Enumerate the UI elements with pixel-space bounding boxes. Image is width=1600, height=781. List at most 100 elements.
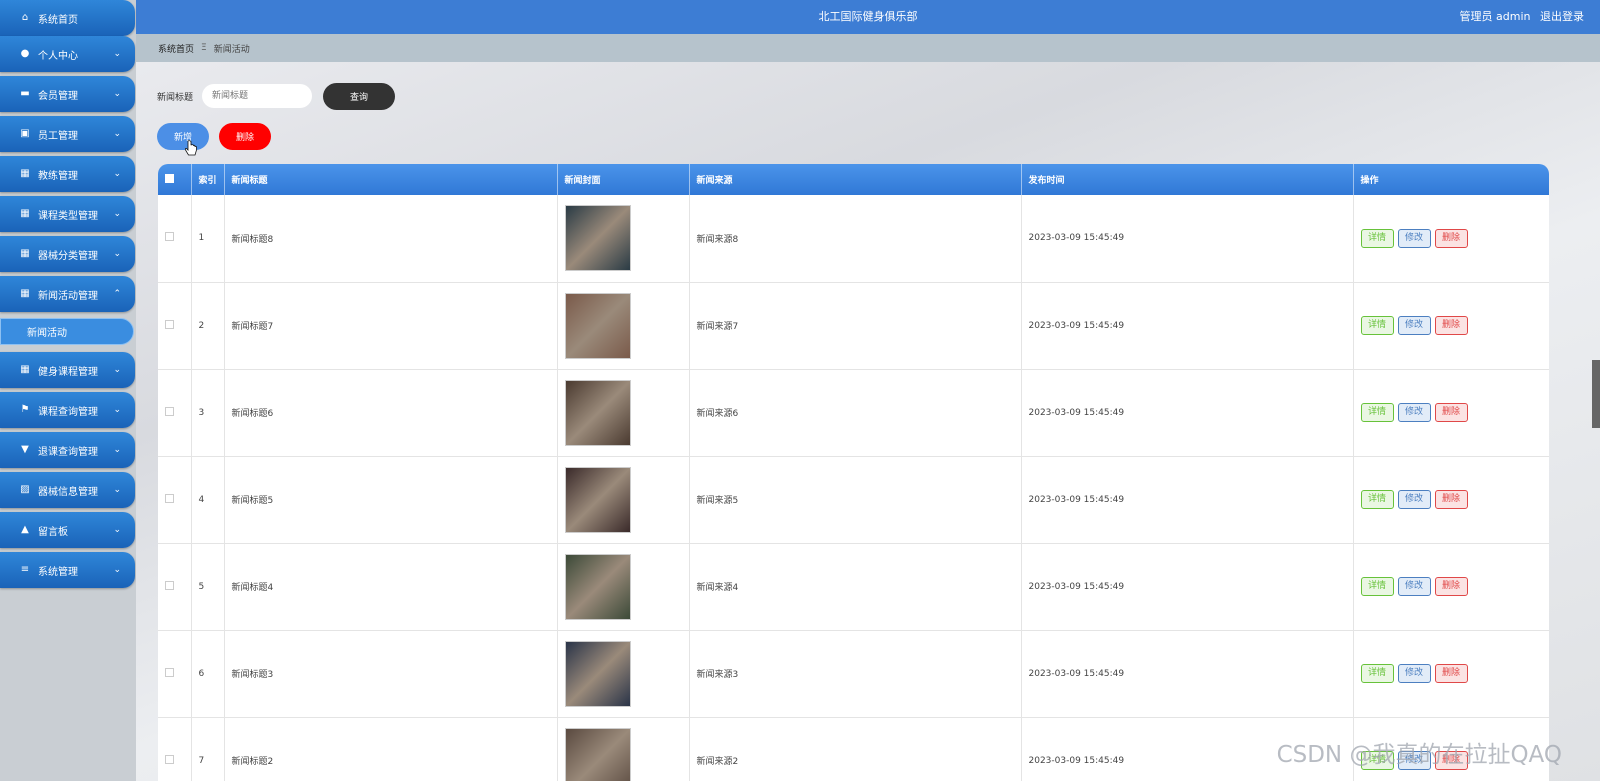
column-header: 新闻标题	[224, 164, 558, 195]
sidebar-item-label: 系统首页	[38, 14, 78, 26]
sidebar-item[interactable]: ⌂ 系统首页	[0, 0, 135, 36]
detail-button[interactable]: 详情	[1360, 316, 1394, 335]
row-select-cell[interactable]	[158, 543, 192, 631]
header-select-all[interactable]	[158, 164, 192, 195]
edit-button[interactable]: 修改	[1397, 228, 1431, 248]
sidebar-subitem-news[interactable]: 新闻活动	[0, 318, 134, 345]
row-select-cell[interactable]	[158, 630, 192, 718]
sidebar-item[interactable]: ▬ 会员管理 ⌄	[0, 76, 135, 112]
cell-index: 2	[191, 282, 225, 370]
news-cover-image	[564, 379, 631, 446]
row-select-cell[interactable]	[158, 369, 192, 457]
edit-button[interactable]: 修改	[1397, 490, 1431, 509]
news-table-wrapper: 索引 新闻标题 新闻封面 新闻来源 发布时间 操作 1 新闻标题8 新闻来源8 202…	[158, 164, 1549, 781]
sidebar-item[interactable]: ▦ 教练管理 ⌄	[0, 156, 135, 192]
delete-button[interactable]: 删除	[1434, 577, 1468, 596]
detail-button[interactable]: 详情	[1360, 577, 1394, 596]
row-checkbox[interactable]	[165, 319, 174, 329]
cell-source: 新闻来源4	[689, 543, 1022, 631]
batch-delete-button[interactable]: 删除	[219, 123, 271, 150]
news-cover-image	[564, 205, 631, 272]
main-content: 新闻标题 查询 新增 删除 索引 新闻标题 新闻封面 新闻来源 发布时间 操作	[136, 62, 1600, 781]
row-checkbox[interactable]	[165, 580, 174, 590]
search-label: 新闻标题	[157, 93, 194, 103]
grid-icon: ▦	[20, 364, 30, 375]
sidebar-item[interactable]: ▦ 器械分类管理 ⌄	[0, 236, 135, 272]
chevron-up-icon: ⌃	[113, 289, 121, 299]
page-scrollbar[interactable]	[1592, 360, 1600, 428]
sidebar-item-label: 器械信息管理	[38, 486, 98, 498]
delete-button[interactable]: 删除	[1434, 316, 1468, 335]
chevron-down-icon: ⌄	[113, 445, 121, 455]
sidebar-item[interactable]: ▼ 退课查询管理 ⌄	[0, 432, 135, 468]
table-icon: ▦	[20, 208, 30, 219]
detail-button[interactable]: 详情	[1360, 228, 1394, 248]
table-row: 6 新闻标题3 新闻来源3 2023-03-09 15:45:49 详情 修改 删除	[158, 630, 1549, 718]
sidebar-item-label: 员工管理	[38, 130, 78, 142]
sidebar-item[interactable]: ▦ 新闻活动管理 ⌃	[0, 276, 135, 312]
sidebar-item[interactable]: ▦ 课程类型管理 ⌄	[0, 196, 135, 232]
sidebar-item-label: 教练管理	[38, 170, 78, 182]
breadcrumb-home[interactable]: 系统首页	[158, 42, 194, 55]
sidebar-item[interactable]: ▲ 留言板 ⌄	[0, 512, 135, 548]
flag-icon: ⚑	[20, 404, 30, 415]
column-header: 新闻封面	[557, 164, 690, 195]
row-select-cell[interactable]	[158, 195, 192, 283]
logout-link[interactable]: 退出登录	[1540, 10, 1584, 23]
cell-operations: 详情 修改 删除	[1353, 369, 1549, 457]
detail-button[interactable]: 详情	[1360, 490, 1394, 509]
menu-icon: ≡	[20, 564, 30, 575]
edit-button[interactable]: 修改	[1397, 403, 1431, 422]
cell-source: 新闻来源6	[689, 369, 1022, 457]
sidebar-item[interactable]: ▦ 健身课程管理 ⌄	[0, 352, 135, 388]
sidebar-item[interactable]: ▣ 员工管理 ⌄	[0, 116, 135, 152]
clipboard-icon: ▣	[20, 128, 30, 139]
chevron-down-icon: ⌄	[113, 365, 121, 375]
detail-button[interactable]: 详情	[1360, 664, 1394, 683]
sidebar-item[interactable]: ≡ 系统管理 ⌄	[0, 552, 135, 588]
sidebar-item[interactable]: ● 个人中心 ⌄	[0, 36, 135, 72]
detail-button[interactable]: 详情	[1360, 403, 1394, 422]
cell-title: 新闻标题7	[224, 282, 558, 370]
cell-cover	[557, 456, 690, 544]
delete-button[interactable]: 删除	[1434, 228, 1468, 248]
row-select-cell[interactable]	[158, 717, 192, 781]
grid-icon: ▦	[20, 248, 30, 259]
cell-cover	[557, 543, 690, 631]
row-select-cell[interactable]	[158, 282, 192, 370]
edit-button[interactable]: 修改	[1397, 664, 1431, 683]
edit-button[interactable]: 修改	[1397, 577, 1431, 596]
sidebar-item[interactable]: ▨ 器械信息管理 ⌄	[0, 472, 135, 508]
cell-time: 2023-03-09 15:45:49	[1021, 630, 1354, 718]
row-checkbox[interactable]	[165, 754, 174, 764]
select-all-checkbox[interactable]	[165, 173, 174, 183]
row-checkbox[interactable]	[165, 493, 174, 503]
cell-source: 新闻来源2	[689, 717, 1022, 781]
cell-cover	[557, 195, 690, 283]
row-select-cell[interactable]	[158, 456, 192, 544]
delete-button[interactable]: 删除	[1434, 490, 1468, 509]
edit-button[interactable]: 修改	[1397, 316, 1431, 335]
sidebar-item-label: 新闻活动管理	[38, 290, 98, 302]
sidebar-item-label: 健身课程管理	[38, 366, 98, 378]
table-header-row: 索引 新闻标题 新闻封面 新闻来源 发布时间 操作	[158, 164, 1549, 195]
sidebar-item-label: 会员管理	[38, 90, 78, 102]
cell-title: 新闻标题2	[224, 717, 558, 781]
thumb-icon: ▲	[21, 524, 29, 535]
app-title: 北工国际健身俱乐部	[818, 10, 918, 23]
cell-title: 新闻标题8	[224, 195, 558, 283]
row-checkbox[interactable]	[165, 406, 174, 416]
query-button[interactable]: 查询	[323, 83, 395, 110]
add-button[interactable]: 新增	[157, 123, 209, 150]
search-input[interactable]	[202, 84, 312, 108]
chevron-down-icon: ⌄	[113, 49, 121, 59]
delete-button[interactable]: 删除	[1434, 403, 1468, 422]
news-cover-image	[564, 292, 631, 359]
table-row: 5 新闻标题4 新闻来源4 2023-03-09 15:45:49 详情 修改 删除	[158, 543, 1549, 631]
delete-button[interactable]: 删除	[1434, 664, 1468, 683]
sidebar-item[interactable]: ⚑ 课程查询管理 ⌄	[0, 392, 135, 428]
cell-time: 2023-03-09 15:45:49	[1021, 456, 1354, 544]
row-checkbox[interactable]	[165, 232, 174, 242]
row-checkbox[interactable]	[165, 667, 174, 677]
table-row: 3 新闻标题6 新闻来源6 2023-03-09 15:45:49 详情 修改 删除	[158, 369, 1549, 457]
